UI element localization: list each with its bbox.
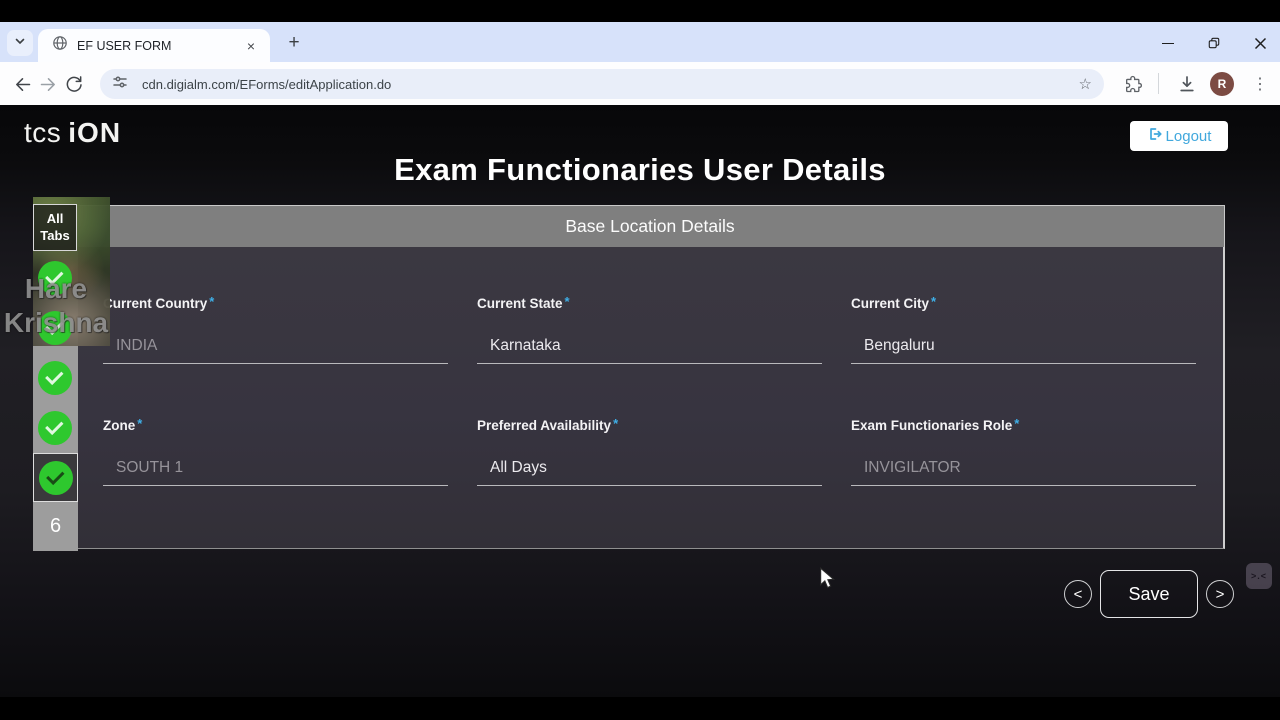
tab-6-button[interactable]: 6 [33,502,78,551]
current-state-input[interactable]: Karnataka [477,328,822,364]
tab-title: EF USER FORM [77,38,172,53]
new-tab-button[interactable]: + [282,31,306,55]
current-country-input: INDIA [103,328,448,364]
tcs-ion-logo: tcs iON [24,117,121,149]
all-tabs-line2: Tabs [40,227,70,243]
toolbar-divider [1158,73,1159,94]
zone-input: SOUTH 1 [103,450,448,486]
required-asterisk: * [209,294,215,309]
tab-5-check-icon [38,460,73,495]
recorder-overlay-button[interactable]: >.< [1246,563,1272,589]
webpage: tcs iON Logout Exam Functionaries User De… [0,105,1280,697]
watermark-line2: Krishna [3,307,109,338]
field-current-country: Current Country * INDIA [103,294,448,364]
back-icon [15,77,30,91]
exam-functionaries-role-input: INVIGILATOR [851,450,1196,486]
current-state-label: Current State [477,296,563,311]
letterbox-top [0,0,1280,22]
field-preferred-availability: Preferred Availability * All Days [477,416,822,486]
watermark-line1: Hare [24,273,88,304]
tab-3-check-icon[interactable] [38,361,72,395]
section-body: Current Country * INDIA Current State * Ka… [75,247,1225,549]
profile-avatar[interactable]: R [1210,72,1234,96]
logout-icon [1147,126,1163,146]
letterbox-bottom [0,697,1280,720]
logout-label: Logout [1165,127,1212,145]
browser-menu-button[interactable]: ⋮ [1250,71,1270,97]
page-title: Exam Functionaries User Details [394,152,886,187]
url-text: cdn.digialm.com/EForms/editApplication.d… [142,76,392,92]
screen: EF USER FORM × + cdn.digialm.com/EForms/… [0,0,1280,720]
download-icon [1180,76,1194,92]
extensions-button[interactable] [1121,71,1147,97]
all-tabs-button[interactable]: All Tabs [33,204,77,251]
prev-button[interactable]: < [1064,580,1092,608]
save-button[interactable]: Save [1100,570,1198,618]
required-asterisk: * [613,416,619,431]
globe-icon [52,35,68,56]
required-asterisk: * [564,294,570,309]
reload-button[interactable] [61,71,87,97]
logo-ion-text: iON [68,117,122,148]
chevron-down-icon [14,34,26,52]
browser-tabstrip: EF USER FORM × + [0,22,1280,62]
tab-close-button[interactable]: × [242,37,260,55]
preferred-availability-label: Preferred Availability [477,418,612,433]
current-city-label: Current City [851,296,930,311]
field-zone: Zone * SOUTH 1 [103,416,448,486]
field-current-city: Current City * Bengaluru [851,294,1196,364]
required-asterisk: * [137,416,143,431]
tab-search-button[interactable] [7,30,33,56]
minimize-button[interactable] [1154,29,1182,57]
close-window-button[interactable] [1246,29,1274,57]
tab-5-selected[interactable] [33,453,78,502]
preferred-availability-input[interactable]: All Days [477,450,822,486]
url-bar[interactable]: cdn.digialm.com/EForms/editApplication.d… [100,69,1104,99]
bookmark-star-icon[interactable]: ☆ [1079,75,1092,93]
watermark-text: Hare Krishna [0,272,112,340]
field-exam-functionaries-role: Exam Functionaries Role * INVIGILATOR [851,416,1196,486]
site-settings-icon[interactable] [112,74,128,95]
browser-tab[interactable]: EF USER FORM × [38,29,270,62]
reload-icon [66,76,82,92]
zone-label: Zone [103,418,136,433]
restore-button[interactable] [1200,29,1228,57]
close-icon [1254,37,1266,49]
current-country-label: Current Country [103,296,208,311]
restore-icon [1208,37,1220,49]
browser-toolbar: cdn.digialm.com/EForms/editApplication.d… [0,62,1280,105]
exam-functionaries-role-label: Exam Functionaries Role [851,418,1013,433]
tab-4-check-icon[interactable] [38,411,72,445]
base-location-panel: Base Location Details Current Country * I… [75,205,1225,549]
logout-button[interactable]: Logout [1130,121,1228,151]
logo-tcs-text: tcs [24,117,62,148]
mouse-cursor [818,567,838,594]
all-tabs-line1: All [46,210,64,226]
puzzle-icon [1126,75,1142,93]
window-controls [1154,29,1274,57]
required-asterisk: * [931,294,937,309]
forward-icon [40,77,55,91]
current-city-input[interactable]: Bengaluru [851,328,1196,364]
section-header: Base Location Details [75,205,1225,247]
back-button[interactable] [9,71,35,97]
forward-button[interactable] [35,71,61,97]
required-asterisk: * [1014,416,1020,431]
next-button[interactable]: > [1206,580,1234,608]
downloads-button[interactable] [1174,71,1200,97]
field-current-state: Current State * Karnataka [477,294,822,364]
minimize-icon [1162,42,1174,44]
